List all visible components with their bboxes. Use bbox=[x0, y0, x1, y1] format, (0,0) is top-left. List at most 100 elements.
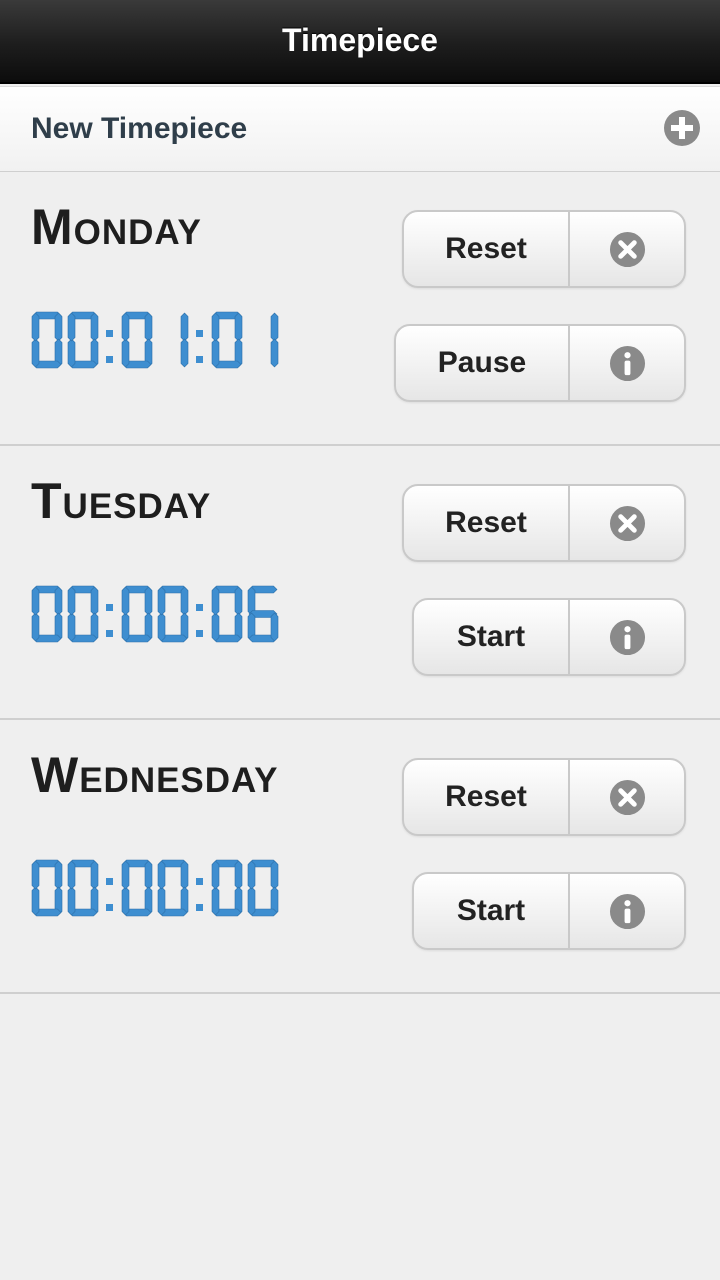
digit bbox=[211, 859, 243, 917]
reset-delete-group: Reset bbox=[402, 484, 686, 562]
colon-dot bbox=[196, 356, 203, 363]
timepiece-name: Wednesday bbox=[31, 747, 279, 803]
reset-button[interactable]: Reset bbox=[404, 486, 568, 560]
digit-segment bbox=[211, 612, 220, 642]
digit bbox=[67, 311, 99, 369]
digit-segment bbox=[31, 586, 40, 616]
start-button[interactable]: Start bbox=[414, 600, 568, 674]
digit bbox=[247, 585, 279, 643]
app-header: Timepiece bbox=[0, 0, 720, 84]
digit-segment bbox=[31, 860, 40, 890]
reset-button[interactable]: Reset bbox=[404, 212, 568, 286]
colon-dot bbox=[106, 330, 113, 337]
digit-segment bbox=[234, 860, 243, 890]
digit-segment bbox=[157, 886, 166, 916]
action-info-group: Start bbox=[412, 872, 686, 950]
colon-dot bbox=[196, 330, 203, 337]
digit-segment bbox=[234, 312, 243, 342]
digit bbox=[67, 585, 99, 643]
digit bbox=[211, 311, 243, 369]
close-circle-icon[interactable] bbox=[609, 779, 646, 816]
digit-segment bbox=[157, 860, 166, 890]
digit-segment bbox=[31, 612, 40, 642]
digit-segment bbox=[31, 312, 40, 342]
info-circle-icon[interactable] bbox=[609, 893, 646, 930]
digit-segment bbox=[211, 312, 220, 342]
digit-segment bbox=[54, 860, 63, 890]
digit-segment bbox=[144, 312, 153, 342]
timer-display bbox=[30, 582, 330, 651]
digit bbox=[31, 585, 63, 643]
reset-button[interactable]: Reset bbox=[404, 760, 568, 834]
button-divider bbox=[568, 760, 570, 834]
timer-digits bbox=[31, 859, 279, 917]
digit-segment bbox=[54, 586, 63, 616]
timer-digits bbox=[31, 311, 279, 369]
digit-segment bbox=[180, 860, 189, 890]
digit-segment bbox=[157, 586, 166, 616]
button-divider bbox=[568, 874, 570, 948]
digit-segment bbox=[67, 586, 76, 616]
digit-segment bbox=[121, 338, 130, 368]
digit-segment bbox=[234, 586, 243, 616]
info-circle-icon[interactable] bbox=[609, 619, 646, 656]
new-timepiece-row[interactable]: New Timepiece bbox=[0, 86, 720, 173]
colon-dot bbox=[196, 904, 203, 911]
digit-segment bbox=[90, 860, 99, 890]
close-circle-icon[interactable] bbox=[609, 505, 646, 542]
digit bbox=[211, 585, 243, 643]
digit-segment bbox=[31, 338, 40, 368]
digit-segment bbox=[54, 312, 63, 342]
digit-segment bbox=[270, 860, 279, 890]
colon-dot bbox=[106, 630, 113, 637]
button-divider bbox=[568, 600, 570, 674]
digit-segment bbox=[270, 612, 279, 642]
digit bbox=[67, 859, 99, 917]
digit bbox=[157, 585, 189, 643]
timer-digits bbox=[31, 585, 279, 643]
digit bbox=[31, 859, 63, 917]
timer-display bbox=[30, 856, 330, 925]
digit-segment bbox=[67, 612, 76, 642]
button-divider bbox=[568, 486, 570, 560]
timer-display bbox=[30, 308, 330, 377]
digit bbox=[247, 859, 279, 917]
close-circle-icon[interactable] bbox=[609, 231, 646, 268]
digit bbox=[121, 585, 153, 643]
digit-segment bbox=[211, 338, 220, 368]
info-circle-icon[interactable] bbox=[609, 345, 646, 382]
timepiece-card: Tuesday Reset Start bbox=[0, 446, 720, 720]
app-title: Timepiece bbox=[282, 22, 438, 58]
digit-segment bbox=[90, 586, 99, 616]
digit-segment bbox=[270, 312, 279, 342]
digit bbox=[121, 859, 153, 917]
digit-segment bbox=[90, 312, 99, 342]
digit bbox=[180, 312, 189, 368]
pause-button[interactable]: Pause bbox=[396, 326, 568, 400]
digit-segment bbox=[121, 860, 130, 890]
digit-segment bbox=[180, 338, 189, 368]
digit-segment bbox=[67, 338, 76, 368]
digit-segment bbox=[247, 886, 256, 916]
start-button[interactable]: Start bbox=[414, 874, 568, 948]
digit bbox=[31, 311, 63, 369]
plus-circle-icon[interactable] bbox=[663, 109, 701, 147]
digit-segment bbox=[211, 886, 220, 916]
timepiece-card: Wednesday Reset Start bbox=[0, 720, 720, 994]
colon-dot bbox=[196, 878, 203, 885]
digit-segment bbox=[121, 586, 130, 616]
timepiece-name: Monday bbox=[31, 199, 202, 255]
digit-segment bbox=[67, 312, 76, 342]
digit-segment bbox=[247, 860, 256, 890]
timepiece-card: Monday Reset Pause bbox=[0, 172, 720, 446]
digit-segment bbox=[211, 860, 220, 890]
digit-segment bbox=[67, 886, 76, 916]
digit-segment bbox=[144, 860, 153, 890]
new-timepiece-label: New Timepiece bbox=[31, 112, 248, 145]
button-divider bbox=[568, 326, 570, 400]
colon-dot bbox=[196, 604, 203, 611]
digit bbox=[121, 311, 153, 369]
reset-delete-group: Reset bbox=[402, 210, 686, 288]
colon-dot bbox=[106, 878, 113, 885]
digit-segment bbox=[157, 612, 166, 642]
